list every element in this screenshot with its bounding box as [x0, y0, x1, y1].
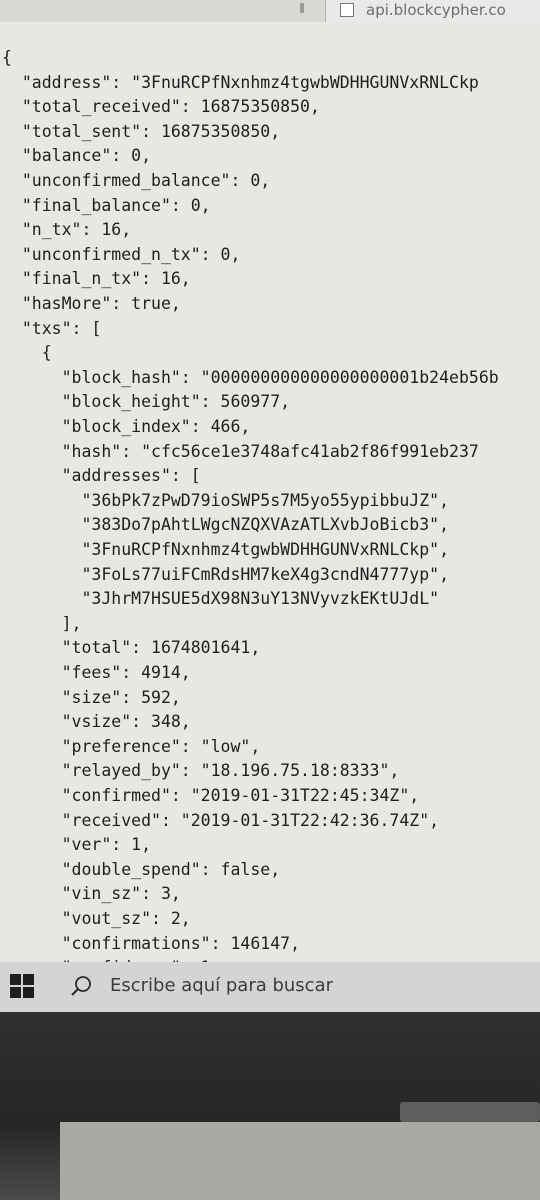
- json-line: "relayed_by": "18.196.75.18:8333",: [2, 761, 400, 781]
- json-line: "total_received": 16875350850,: [2, 97, 320, 117]
- json-line: "3FnuRCPfNxnhmz4tgwbWDHHGUNVxRNLCkp",: [2, 540, 450, 559]
- windows-taskbar: Escribe aquí para buscar: [0, 962, 540, 1012]
- laptop-deck: [60, 1122, 540, 1200]
- json-line: "total": 1674801641,: [2, 638, 261, 658]
- json-line: "confirmed": "2019-01-31T22:45:34Z",: [2, 786, 420, 805]
- json-line: "addresses": [: [2, 466, 201, 486]
- tab-strip-marker: [300, 3, 304, 13]
- json-line: "vsize": 348,: [2, 712, 191, 732]
- json-line: "confirmations": 146147,: [2, 933, 301, 953]
- json-line: "address": "3FnuRCPfNxnhmz4tgwbWDHHGUNVx…: [2, 72, 479, 92]
- json-line: "final_n_tx": 16,: [2, 269, 191, 289]
- json-line: "36bPk7zPwD79ioSWP5s7M5yo55ypibbuJZ",: [2, 490, 450, 510]
- json-line: "hasMore": true,: [2, 294, 181, 313]
- json-line: "block_index": 466,: [2, 417, 251, 436]
- json-line: "vin_sz": 3,: [2, 884, 181, 904]
- json-line: {: [2, 48, 12, 67]
- tab-title: api.blockcypher.co: [366, 1, 506, 19]
- json-line: "total_sent": 16875350850,: [2, 121, 281, 141]
- json-line: "3FoLs77uiFCmRdsHM7keX4g3cndN4777yp",: [2, 564, 450, 584]
- json-line: "383Do7pAhtLWgcNZQXVAzATLXvbJoBicb3",: [2, 515, 450, 535]
- json-line: "block_height": 560977,: [2, 392, 291, 412]
- search-icon[interactable]: [70, 975, 92, 997]
- json-line: "n_tx": 16,: [2, 220, 132, 240]
- json-line: "double_spend": false,: [2, 859, 281, 879]
- tab-strip: [0, 0, 325, 22]
- json-line: "hash": "cfc56ce1e3748afc41ab2f86f991eb2…: [2, 441, 479, 461]
- json-line: "balance": 0,: [2, 146, 152, 166]
- json-line: "preference": "low",: [2, 736, 261, 756]
- json-viewer: { "address": "3FnuRCPfNxnhmz4tgwbWDHHGUN…: [0, 22, 540, 962]
- browser-tab[interactable]: api.blockcypher.co: [325, 0, 540, 22]
- json-line: "fees": 4914,: [2, 663, 191, 682]
- json-line: "received": "2019-01-31T22:42:36.74Z",: [2, 810, 440, 830]
- json-line: "unconfirmed_balance": 0,: [2, 171, 271, 190]
- json-line: "unconfirmed_n_tx": 0,: [2, 244, 241, 264]
- taskbar-search-box[interactable]: Escribe aquí para buscar: [110, 975, 333, 996]
- json-line: "vout_sz": 2,: [2, 909, 191, 928]
- laptop-bezel: [0, 1012, 540, 1200]
- json-line: "final_balance": 0,: [2, 195, 211, 215]
- json-line: "3JhrM7HSUE5dX98N3uY13NVyvzkEKtUJdL": [2, 589, 440, 609]
- json-line: ],: [2, 613, 82, 633]
- page-icon: [340, 3, 354, 17]
- windows-logo-icon[interactable]: [10, 974, 34, 998]
- json-line: "txs": [: [2, 318, 102, 338]
- json-line: "ver": 1,: [2, 835, 152, 855]
- json-line: "size": 592,: [2, 687, 181, 707]
- laptop-hinge: [400, 1102, 540, 1122]
- browser-tab-bar: api.blockcypher.co: [0, 0, 540, 23]
- json-line: "block_hash": "000000000000000000001b24e…: [2, 367, 499, 387]
- json-line: {: [2, 343, 52, 363]
